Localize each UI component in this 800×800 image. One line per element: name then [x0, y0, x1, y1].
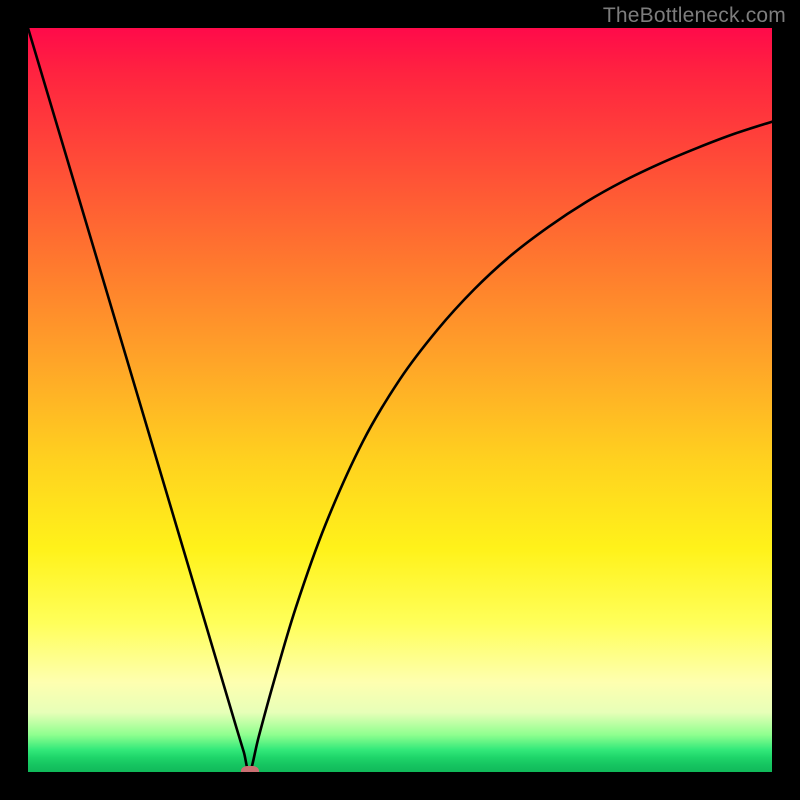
- watermark-text: TheBottleneck.com: [603, 4, 786, 28]
- curve-layer: [28, 28, 772, 772]
- bottleneck-curve: [28, 28, 772, 772]
- min-marker: [241, 766, 259, 772]
- chart-frame: TheBottleneck.com: [0, 0, 800, 800]
- plot-area: [28, 28, 772, 772]
